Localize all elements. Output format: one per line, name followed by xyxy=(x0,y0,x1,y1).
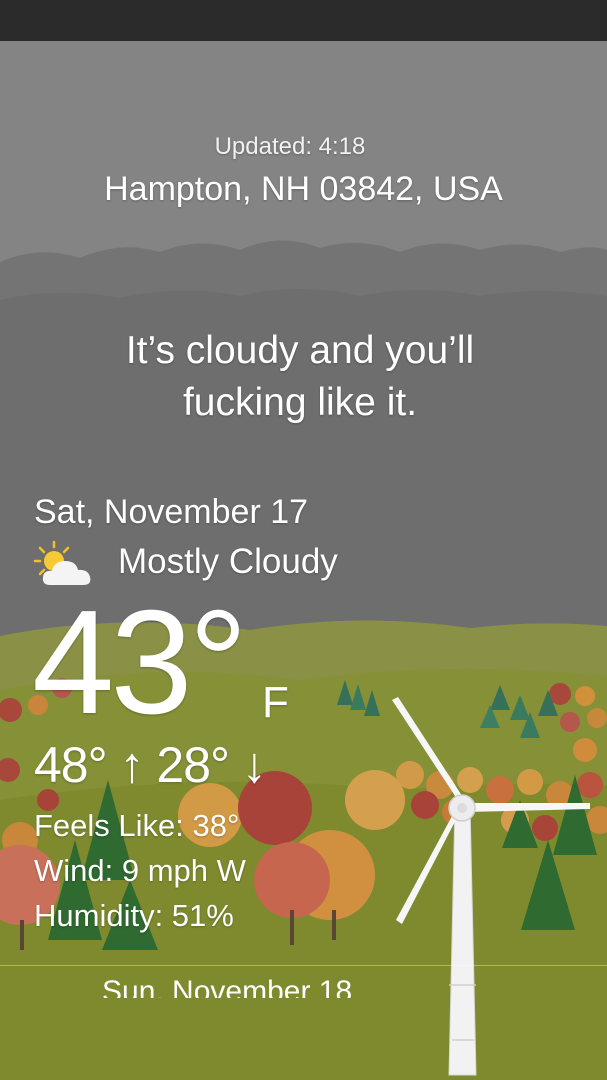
weather-headline: It’s cloudy and you’ll fucking like it. xyxy=(125,329,475,424)
temperature-unit[interactable]: F xyxy=(262,678,289,728)
next-day-date[interactable]: Sun, November 18 xyxy=(102,974,352,998)
humidity: Humidity: 51% xyxy=(34,898,234,933)
today-date: Sat, November 17 xyxy=(34,493,309,531)
current-temperature: 43° xyxy=(32,580,248,745)
status-bar xyxy=(0,0,607,41)
updated-time: Updated: 4:18 xyxy=(214,133,366,160)
feels-like: Feels Like: 38° xyxy=(34,808,240,843)
high-low-temperature: 48° ↑ 28° ↓ xyxy=(34,737,267,793)
location-label[interactable]: Hampton, NH 03842, USA xyxy=(0,170,607,209)
condition-label: Mostly Cloudy xyxy=(118,542,338,581)
forecast-divider xyxy=(0,965,607,966)
wind-speed: Wind: 9 mph W xyxy=(34,853,246,888)
